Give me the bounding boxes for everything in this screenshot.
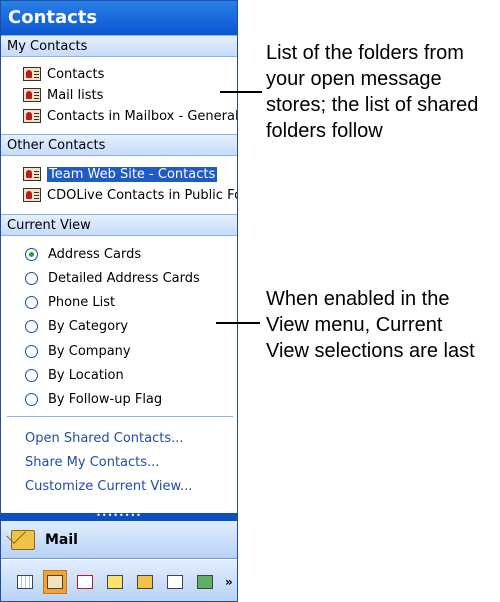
radio-icon[interactable] <box>25 319 38 333</box>
navigation-pane: Contacts My Contacts Contacts Mail lists… <box>0 0 238 602</box>
pane-splitter-handle[interactable]: •••••••• <box>1 512 237 521</box>
folder-item-cdolive-contacts[interactable]: CDOLive Contacts in Public Fol <box>23 186 237 204</box>
radio-icon[interactable] <box>25 392 38 406</box>
section-my-contacts[interactable]: My Contacts <box>1 35 237 57</box>
contacts-icon[interactable] <box>43 569 67 594</box>
view-option-detailed-address-cards[interactable]: Detailed Address Cards <box>25 269 200 287</box>
radio-checked-icon[interactable] <box>25 247 38 261</box>
configure-buttons-icon[interactable]: » <box>225 575 233 589</box>
journal-icon[interactable] <box>193 570 217 594</box>
radio-icon[interactable] <box>25 344 38 358</box>
section-other-contacts[interactable]: Other Contacts <box>1 134 237 156</box>
folder-item-team-web-site[interactable]: Team Web Site - Contacts <box>23 165 218 183</box>
folder-item-contacts[interactable]: Contacts <box>23 65 104 83</box>
folder-list-icon[interactable] <box>133 570 157 594</box>
contacts-folder-icon <box>23 88 41 102</box>
view-option-phone-list[interactable]: Phone List <box>25 293 115 311</box>
view-option-by-company[interactable]: By Company <box>25 342 131 360</box>
section-current-view[interactable]: Current View <box>1 214 237 236</box>
mail-nav-button[interactable]: Mail <box>1 521 237 559</box>
callout-folders: List of the folders from your open messa… <box>266 42 479 142</box>
radio-icon[interactable] <box>25 295 38 309</box>
view-option-by-category[interactable]: By Category <box>25 317 128 335</box>
radio-icon[interactable] <box>25 368 38 382</box>
customize-current-view-link[interactable]: Customize Current View... <box>25 479 192 494</box>
divider <box>7 416 233 417</box>
view-option-address-cards[interactable]: Address Cards <box>25 245 141 263</box>
folder-item-mailbox-contacts[interactable]: Contacts in Mailbox - General I <box>23 107 237 125</box>
share-my-contacts-link[interactable]: Share My Contacts... <box>25 455 159 470</box>
radio-icon[interactable] <box>25 271 38 285</box>
pane-title: Contacts <box>1 1 237 35</box>
notes-icon[interactable] <box>103 570 127 594</box>
callout-current-view: When enabled in the View menu, Current V… <box>266 288 475 362</box>
contacts-folder-icon <box>23 109 41 123</box>
calendar-icon[interactable] <box>13 570 37 594</box>
folder-item-mail-lists[interactable]: Mail lists <box>23 86 103 104</box>
view-option-by-follow-up-flag[interactable]: By Follow-up Flag <box>25 390 162 408</box>
mail-icon <box>11 529 35 550</box>
contacts-folder-icon <box>23 67 41 81</box>
contacts-folder-icon <box>23 167 41 181</box>
shortcuts-icon[interactable] <box>163 570 187 594</box>
view-option-by-location[interactable]: By Location <box>25 366 124 384</box>
callout-line-folders <box>220 91 262 93</box>
open-shared-contacts-link[interactable]: Open Shared Contacts... <box>25 431 184 446</box>
contacts-folder-icon <box>23 188 41 202</box>
nav-toolbar: » <box>1 560 237 601</box>
callout-line-current-view <box>216 322 260 324</box>
tasks-icon[interactable] <box>73 570 97 594</box>
